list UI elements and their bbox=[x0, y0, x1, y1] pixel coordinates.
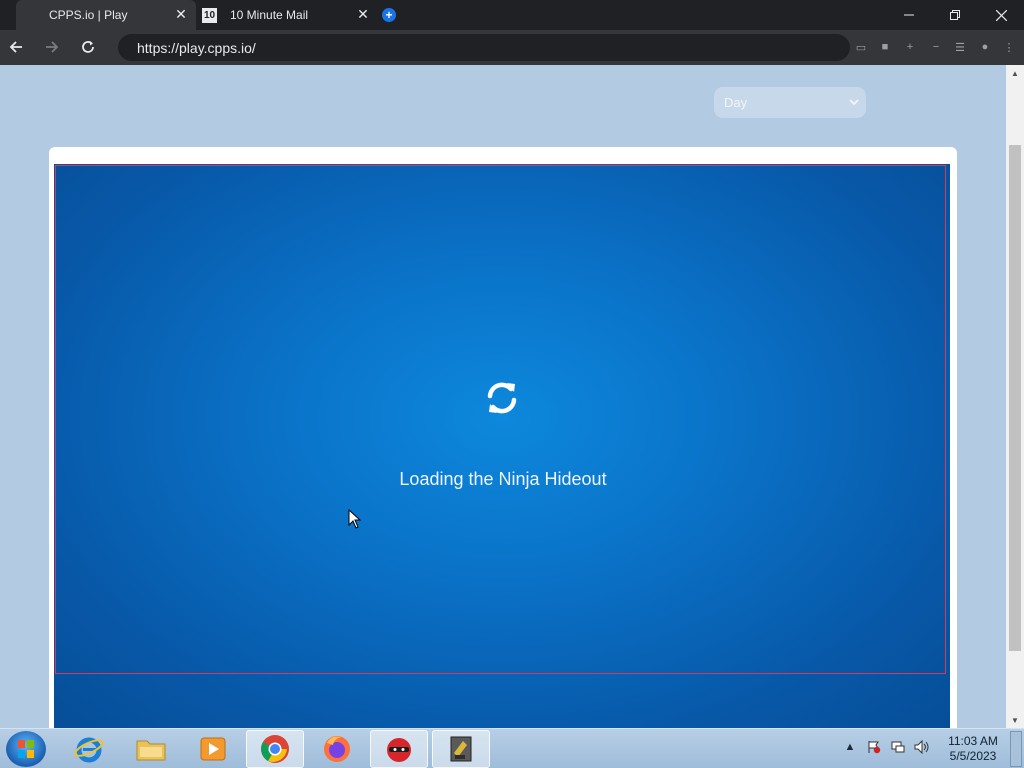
zoom-out-icon[interactable]: − bbox=[927, 38, 945, 56]
close-icon bbox=[995, 9, 1007, 21]
taskbar-firefox[interactable] bbox=[308, 730, 366, 768]
zoom-in-icon[interactable]: + bbox=[901, 38, 919, 56]
restore-icon bbox=[950, 10, 960, 20]
taskbar-chrome[interactable] bbox=[246, 730, 304, 768]
scroll-up-icon[interactable]: ▲ bbox=[1006, 65, 1024, 81]
forward-button[interactable] bbox=[41, 36, 63, 58]
browser-toolbar: https://play.cpps.io/ ▭ ■ + − ☰ ● ⋮ bbox=[0, 30, 1024, 65]
new-tab-plus-icon[interactable]: + bbox=[382, 8, 396, 22]
speaker-icon bbox=[914, 740, 929, 754]
reload-button[interactable] bbox=[77, 36, 99, 58]
arrow-left-icon bbox=[9, 41, 22, 53]
tab-title: CPPS.io | Play bbox=[49, 8, 128, 22]
firefox-icon bbox=[324, 736, 350, 762]
game-frame-border bbox=[55, 165, 946, 674]
mouse-cursor-icon bbox=[348, 509, 362, 529]
select-value: Day bbox=[724, 95, 748, 110]
tab-title: 10 Minute Mail bbox=[230, 8, 309, 22]
bookmark-icon[interactable]: ☰ bbox=[951, 38, 969, 56]
game-tool-icon bbox=[450, 736, 472, 762]
loading-sync-icon bbox=[487, 382, 517, 414]
clock-date: 5/5/2023 bbox=[949, 749, 997, 763]
cast-icon[interactable]: ▭ bbox=[852, 38, 870, 56]
network-monitor-icon bbox=[891, 741, 905, 753]
tab-10-minute-mail[interactable]: 10 10 Minute Mail ✕ bbox=[198, 0, 378, 30]
tab-favicon-icon: 10 bbox=[202, 8, 217, 23]
windows-logo-icon bbox=[18, 740, 34, 758]
reload-icon bbox=[82, 41, 94, 53]
taskbar-internet-explorer[interactable] bbox=[60, 730, 118, 768]
close-window-button[interactable] bbox=[978, 0, 1024, 30]
start-button[interactable] bbox=[6, 731, 46, 767]
menu-icon[interactable]: ⋮ bbox=[1000, 38, 1018, 56]
profile-icon[interactable]: ● bbox=[976, 38, 994, 56]
flag-icon bbox=[868, 741, 881, 754]
address-text: https://play.cpps.io/ bbox=[137, 39, 256, 56]
chevron-down-icon bbox=[849, 99, 859, 106]
address-bar[interactable]: https://play.cpps.io/ bbox=[118, 34, 850, 61]
scroll-down-icon[interactable]: ▼ bbox=[1006, 712, 1024, 728]
vertical-scrollbar[interactable]: ▲ ▼ bbox=[1006, 65, 1024, 728]
windows-taskbar: ▲ 11:03 AM 5/5/2023 bbox=[0, 728, 1024, 768]
scroll-thumb[interactable] bbox=[1009, 145, 1021, 651]
media-player-icon bbox=[200, 737, 226, 761]
minimize-button[interactable] bbox=[886, 0, 932, 30]
folder-icon bbox=[136, 740, 166, 761]
action-center-flag-icon[interactable] bbox=[866, 739, 882, 755]
ninja-mask-icon bbox=[387, 738, 411, 762]
internet-explorer-icon bbox=[74, 737, 104, 763]
show-desktop-button[interactable] bbox=[1010, 731, 1022, 767]
close-icon[interactable]: ✕ bbox=[356, 7, 370, 21]
close-icon[interactable]: ✕ bbox=[174, 7, 188, 21]
volume-icon[interactable] bbox=[914, 739, 930, 755]
taskbar-game-app[interactable] bbox=[432, 730, 490, 768]
extension-icon[interactable]: ■ bbox=[876, 38, 894, 56]
system-clock[interactable]: 11:03 AM 5/5/2023 bbox=[936, 734, 1010, 764]
taskbar-file-explorer[interactable] bbox=[122, 730, 180, 768]
restore-button[interactable] bbox=[932, 0, 978, 30]
back-button[interactable] bbox=[5, 36, 27, 58]
clock-time: 11:03 AM bbox=[948, 734, 998, 748]
taskbar-cpps-app[interactable] bbox=[370, 730, 428, 768]
minimize-icon bbox=[904, 14, 914, 16]
show-hidden-icons-icon[interactable]: ▲ bbox=[842, 739, 858, 755]
taskbar-media-player[interactable] bbox=[184, 730, 242, 768]
network-icon[interactable] bbox=[890, 739, 906, 755]
chrome-icon bbox=[261, 735, 289, 763]
browser-tab-strip: CPPS.io | Play ✕ 10 10 Minute Mail ✕ + bbox=[0, 0, 1024, 30]
time-of-day-select[interactable]: Day bbox=[714, 87, 866, 118]
web-page: Day Loading the Ninja Hideout bbox=[0, 65, 1006, 728]
loading-message: Loading the Ninja Hideout bbox=[399, 469, 607, 489]
arrow-right-icon bbox=[46, 41, 59, 53]
tab-cpps-play[interactable]: CPPS.io | Play ✕ bbox=[16, 0, 196, 30]
